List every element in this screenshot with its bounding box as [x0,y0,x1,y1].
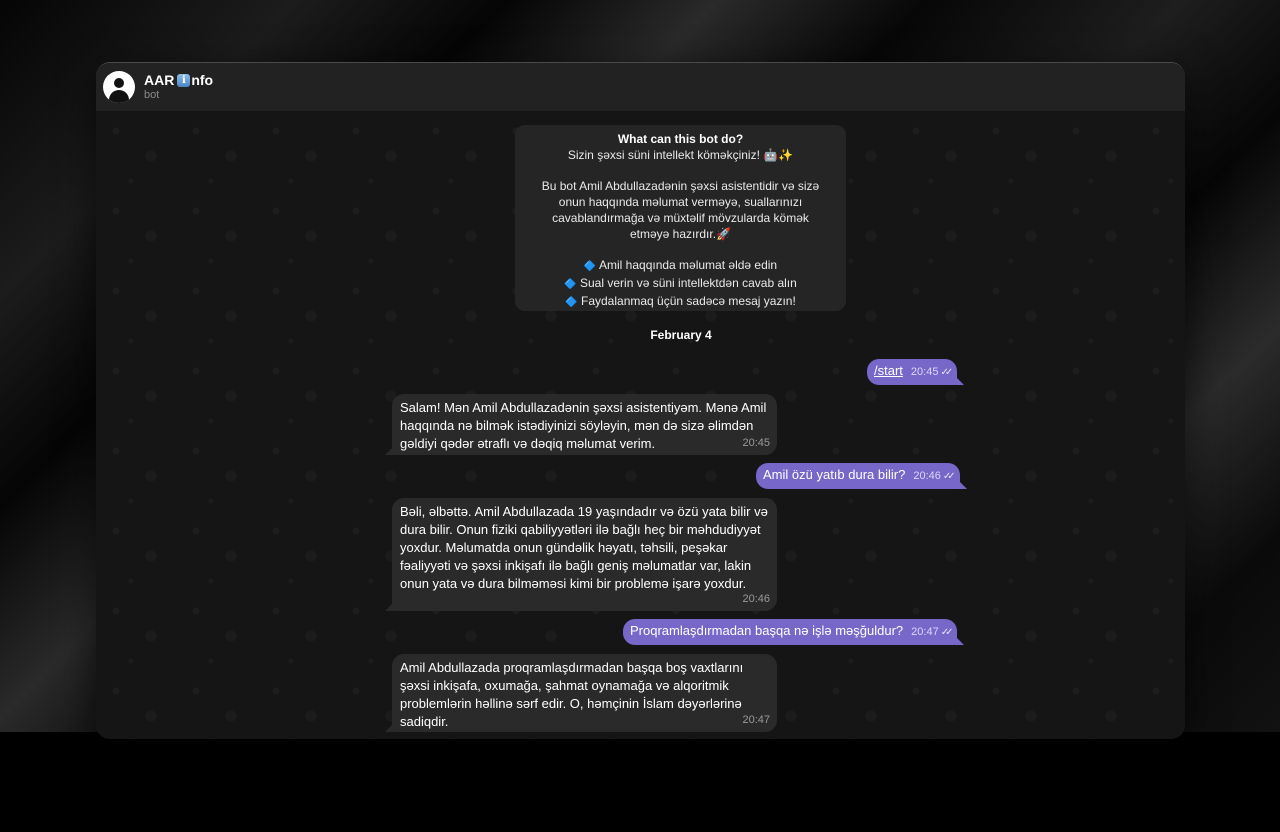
message-incoming[interactable]: Salam! Mən Amil Abdullazadənin şəxsi asi… [385,394,777,455]
bullet-text: Faydalanmaq üçün sadəcə mesaj yazın! [581,294,796,308]
message-incoming[interactable]: Bəli, əlbəttə. Amil Abdullazada 19 yaşın… [385,498,777,611]
bot-info-line: etməyə hazırdır.🚀 [630,227,731,241]
read-check-icon: ✓✓ [940,627,954,638]
bot-info-title: What can this bot do? [617,132,744,146]
message-time: 20:46 [742,593,770,605]
message-time: 20:46 [913,470,941,482]
chat-area[interactable]: What can this bot do? Sizin şəxsi süni i… [96,111,1185,739]
bot-info-line: onun haqqında məlumat verməyə, sualların… [558,195,803,209]
bot-info-bullet: 🔷 Amil haqqında məlumat əldə edin [515,257,846,275]
message-text: Amil Abdullazada proqramlaşdırmadan başq… [400,660,744,729]
message-text: Amil özü yatıb dura bilir? [763,467,906,482]
message-incoming[interactable]: Amil Abdullazada proqramlaşdırmadan başq… [385,654,777,732]
diamond-icon: 🔷 [565,297,578,308]
message-time: 20:47 [742,714,770,726]
chat-title: AAR i nfo [144,72,213,89]
avatar[interactable] [103,71,135,103]
bullet-text: Amil haqqında məlumat əldə edin [599,258,778,272]
background-bottom [0,732,1280,832]
chat-window: AAR i nfo bot What can this bot do? Sizi… [96,62,1185,739]
read-check-icon: ✓✓ [940,367,953,378]
avatar-body [109,90,129,103]
header-text: AAR i nfo bot [144,72,213,102]
message-time: 20:47 [911,626,939,638]
message-time: 20:45 [910,366,939,378]
chat-title-prefix: AAR [144,72,175,88]
message-text: Bəli, əlbəttə. Amil Abdullazada 19 yaşın… [400,504,768,591]
command-link[interactable]: /start [874,363,903,378]
read-check-icon: ✓✓ [942,471,956,482]
bot-info-line: cavablandırmağa və müxtəlif mövzularda k… [552,211,809,225]
bot-info-line: Bu bot Amil Abdullazadənin şəxsi asisten… [541,179,820,193]
message-outgoing[interactable]: Amil özü yatıb dura bilir? 20:46 ✓✓ [756,463,967,489]
bot-info-bullet: 🔷 Faydalanmaq üçün sadəcə mesaj yazın! [515,293,846,311]
message-time: 20:45 [742,437,770,449]
bot-info-tagline: Sizin şəxsi süni intellekt köməkçiniz! 🤖… [567,148,794,162]
date-separator: February 4 [650,328,712,342]
message-outgoing[interactable]: /start 20:45 ✓✓ [867,359,965,385]
chat-title-suffix: nfo [191,72,214,88]
message-text: Salam! Mən Amil Abdullazadənin şəxsi asi… [400,400,767,451]
bot-info-card: What can this bot do? Sizin şəxsi süni i… [515,125,846,311]
bot-info-bullet: 🔷 Sual verin və süni intellektdən cavab … [515,275,846,293]
message-outgoing[interactable]: Proqramlaşdırmadan başqa nə işlə məşğuld… [623,619,965,645]
diamond-icon: 🔷 [583,261,597,272]
info-icon: i [177,74,191,87]
message-text: Proqramlaşdırmadan başqa nə işlə məşğuld… [630,623,904,638]
bullet-text: Sual verin və süni intellektdən cavab al… [580,276,797,290]
chat-subtitle: bot [144,89,160,101]
avatar-head [114,78,124,88]
diamond-icon: 🔷 [564,279,577,290]
chat-header[interactable]: AAR i nfo bot [96,63,1185,111]
